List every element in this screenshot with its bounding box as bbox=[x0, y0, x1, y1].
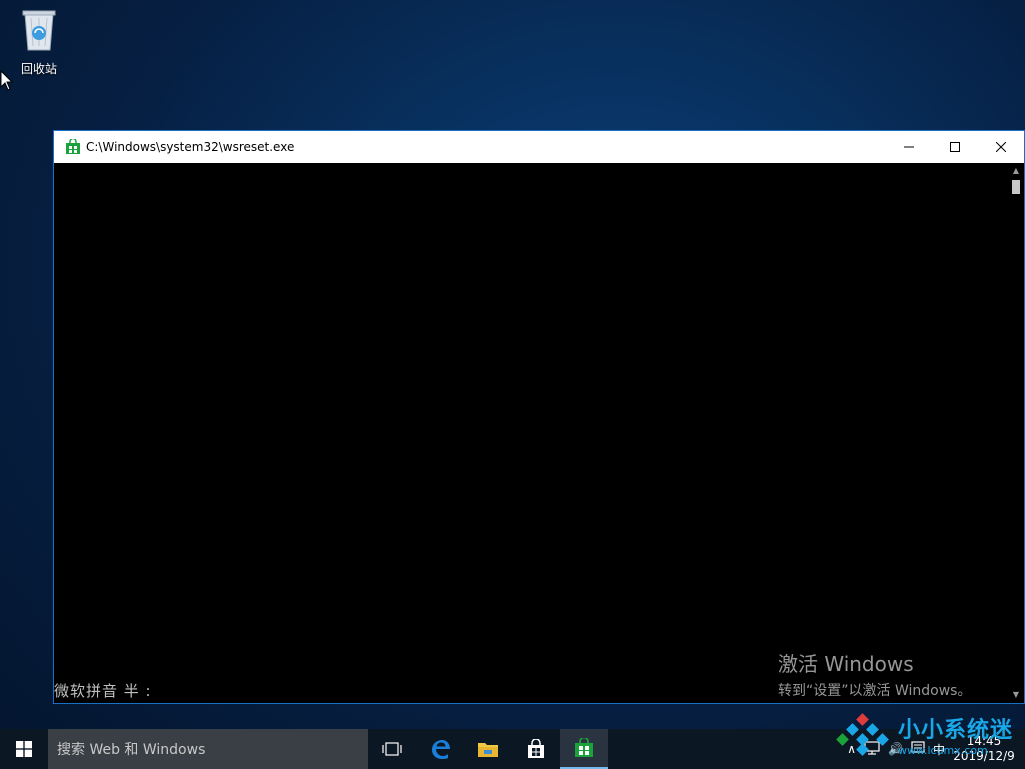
site-watermark: 小小系统迷 www.lcumx.com bbox=[836, 712, 1013, 757]
vertical-scrollbar[interactable]: ▲ ▼ bbox=[1008, 163, 1024, 703]
scroll-up-icon[interactable]: ▲ bbox=[1008, 163, 1024, 179]
task-view-icon bbox=[382, 742, 402, 756]
recycle-bin-icon bbox=[22, 10, 56, 51]
mouse-cursor-icon bbox=[0, 70, 14, 91]
close-icon bbox=[996, 142, 1006, 152]
task-view-button[interactable] bbox=[368, 729, 416, 769]
search-box[interactable]: 搜索 Web 和 Windows bbox=[48, 729, 368, 769]
activate-windows-watermark: 激活 Windows 转到“设置”以激活 Windows。 bbox=[778, 648, 971, 700]
recycle-bin[interactable]: 回收站 bbox=[8, 6, 70, 77]
close-button[interactable] bbox=[978, 131, 1024, 163]
store-app-icon bbox=[66, 139, 80, 154]
file-explorer-button[interactable] bbox=[464, 729, 512, 769]
console-window[interactable]: C:\Windows\system32\wsreset.exe 微软拼音 半 :… bbox=[53, 130, 1025, 704]
folder-icon bbox=[478, 743, 498, 757]
site-url: www.lcumx.com bbox=[898, 744, 988, 757]
wsreset-task-button[interactable] bbox=[560, 729, 608, 769]
windows-logo-icon bbox=[16, 741, 32, 757]
minimize-button[interactable] bbox=[886, 131, 932, 163]
start-button[interactable] bbox=[0, 729, 48, 769]
window-title: C:\Windows\system32\wsreset.exe bbox=[86, 140, 295, 154]
store-bag-icon bbox=[528, 739, 544, 758]
search-placeholder: 搜索 Web 和 Windows bbox=[57, 742, 206, 758]
scroll-down-icon[interactable]: ▼ bbox=[1008, 687, 1024, 703]
minimize-icon bbox=[904, 146, 914, 148]
activate-title: 激活 Windows bbox=[778, 652, 914, 676]
edge-icon bbox=[432, 740, 450, 759]
store-app-green-icon bbox=[575, 738, 593, 757]
maximize-icon bbox=[950, 142, 960, 152]
maximize-button[interactable] bbox=[932, 131, 978, 163]
store-button[interactable] bbox=[512, 729, 560, 769]
recycle-bin-label: 回收站 bbox=[20, 62, 57, 76]
window-titlebar[interactable]: C:\Windows\system32\wsreset.exe bbox=[54, 131, 1024, 163]
activate-subtitle: 转到“设置”以激活 Windows。 bbox=[778, 683, 972, 699]
ime-status-text: 微软拼音 半 : bbox=[54, 682, 152, 700]
site-logo-icon bbox=[836, 712, 889, 756]
console-output-area[interactable]: 微软拼音 半 : bbox=[54, 163, 1008, 703]
site-name: 小小系统迷 bbox=[898, 718, 1014, 743]
scrollbar-thumb[interactable] bbox=[1012, 180, 1020, 194]
edge-button[interactable] bbox=[416, 729, 464, 769]
